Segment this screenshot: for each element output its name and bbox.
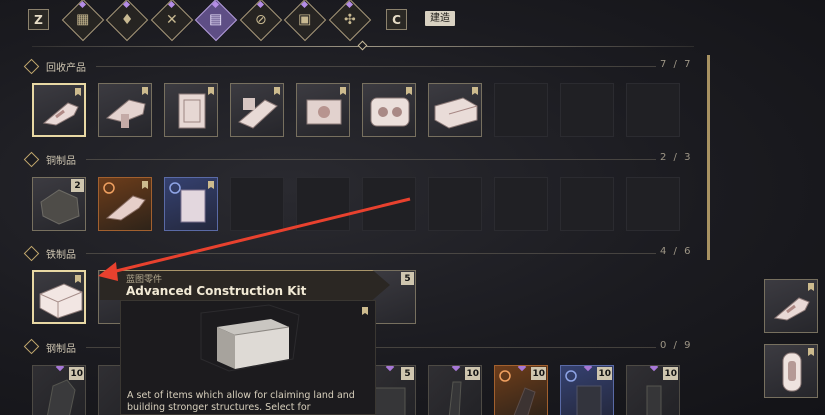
molecule-icon: ✣ (344, 11, 356, 28)
empty-slot (362, 177, 416, 231)
item-count-badge: 5 (401, 272, 414, 285)
item-slot-recycled-2[interactable] (98, 83, 152, 137)
section-expand-icon[interactable] (23, 58, 40, 75)
item-count-badge: 10 (465, 367, 480, 380)
item-slot-copper-2[interactable] (98, 177, 152, 231)
drop-icon: ♦ (120, 12, 134, 28)
tooltip-description: A set of items which allow for claiming … (127, 390, 355, 413)
item-slot-steel-7[interactable]: 10 (494, 365, 548, 415)
section-rule (86, 159, 656, 160)
section-rule (86, 253, 656, 254)
item-slot-recycled-4[interactable] (230, 83, 284, 137)
empty-slot (560, 177, 614, 231)
hotbar-slot-2[interactable] (764, 344, 818, 398)
empty-slot (296, 177, 350, 231)
item-count-badge: 10 (663, 367, 678, 380)
empty-slot (494, 177, 548, 231)
empty-slot (626, 177, 680, 231)
key-hint-c[interactable]: C (386, 9, 407, 30)
section-title-recycled: 回收产品 (46, 63, 86, 74)
tools-icon: ✕ (166, 11, 178, 28)
item-slot-steel-1[interactable]: 10 (32, 365, 86, 415)
empty-slot (428, 177, 482, 231)
item-count-badge: 10 (597, 367, 612, 380)
scrollbar[interactable] (707, 55, 710, 260)
section-count-iron: 4 / 6 (660, 246, 693, 257)
empty-slot (230, 177, 284, 231)
hotbar-slot-1[interactable] (764, 279, 818, 333)
bricks-icon: ▤ (209, 11, 223, 28)
item-slot-steel-8[interactable]: 10 (560, 365, 614, 415)
section-expand-icon[interactable] (23, 245, 40, 262)
section-title-copper: 铜制品 (46, 156, 76, 167)
active-tab-label: 建造 (425, 11, 455, 26)
item-slot-recycled-1[interactable] (32, 83, 86, 137)
section-rule (96, 66, 656, 67)
section-count-recycled: 7 / 7 (660, 59, 693, 70)
item-slot-steel-6[interactable]: 10 (428, 365, 482, 415)
empty-slot (560, 83, 614, 137)
crate-icon: ▣ (298, 11, 312, 28)
divider-marker (357, 40, 368, 51)
section-title-steel: 钢制品 (46, 344, 76, 355)
tooltip-preview-image (200, 304, 300, 372)
grid-icon: ▦ (76, 11, 90, 28)
empty-slot (494, 83, 548, 137)
tooltip-panel: A set of items which allow for claiming … (120, 300, 376, 415)
item-count-badge: 10 (531, 367, 546, 380)
item-slot-copper-3[interactable] (164, 177, 218, 231)
item-count-badge: 2 (71, 179, 84, 192)
section-expand-icon[interactable] (23, 338, 40, 355)
section-count-steel: 0 / 9 (660, 340, 693, 351)
section-count-copper: 2 / 3 (660, 152, 693, 163)
item-slot-steel-9[interactable]: 10 (626, 365, 680, 415)
item-slot-recycled-6[interactable] (362, 83, 416, 137)
empty-slot (626, 83, 680, 137)
item-count-badge: 5 (401, 367, 414, 380)
section-title-iron: 铁制品 (46, 250, 76, 261)
tooltip-title: Advanced Construction Kit (126, 284, 307, 298)
item-slot-recycled-3[interactable] (164, 83, 218, 137)
section-expand-icon[interactable] (23, 151, 40, 168)
item-slot-recycled-5[interactable] (296, 83, 350, 137)
key-hint-z[interactable]: Z (28, 9, 49, 30)
item-slot-iron-1[interactable] (32, 270, 86, 324)
recycle-icon: ⊘ (255, 11, 267, 28)
item-slot-recycled-7[interactable] (428, 83, 482, 137)
item-slot-copper-1[interactable]: 2 (32, 177, 86, 231)
item-count-badge: 10 (69, 367, 84, 380)
